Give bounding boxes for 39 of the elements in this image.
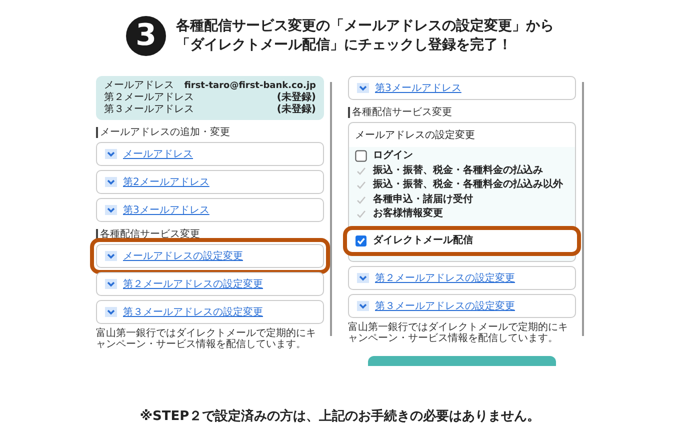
checkbox-option[interactable]: ログイン (353, 149, 571, 164)
address-value: (未登録) (276, 92, 316, 104)
accordion-item[interactable]: 第3メールアドレス (348, 76, 576, 100)
accordion-item[interactable]: 第3メールアドレス (96, 198, 324, 222)
accordion-item[interactable]: 第３メールアドレスの設定変更 (96, 300, 324, 324)
chevron-down-icon (105, 307, 117, 317)
chevron-down-icon (105, 251, 117, 261)
address-value: first-taro@first-bank.co.jp (184, 80, 316, 92)
instruction-text: 各種配信サービス変更の「メールアドレスの設定変更」から (176, 17, 554, 36)
chevron-down-icon (357, 300, 369, 310)
accordion-item[interactable]: 第2メールアドレス (96, 170, 324, 194)
section-heading: 各種配信サービス変更 (348, 107, 576, 118)
chevron-down-icon (357, 272, 369, 282)
accordion-item[interactable]: 第２メールアドレスの設定変更 (96, 272, 324, 296)
address-value: (未登録) (276, 104, 316, 116)
accordion-item[interactable]: メールアドレス (96, 142, 324, 166)
submit-button[interactable] (368, 356, 556, 366)
note-text: 富山第一銀行ではダイレクトメールで定期的にキャンペーン・サービス情報を配信しています。 (96, 328, 317, 350)
address-label: 第３メールアドレス (104, 104, 194, 116)
step-number-badge: 3 (126, 16, 166, 56)
address-label: 第２メールアドレス (104, 92, 194, 104)
chevron-down-icon (105, 149, 117, 159)
checkbox[interactable] (355, 150, 367, 162)
note-text: 富山第一銀行ではダイレクトメールで定期的にキャンペーン・サービス情報を配信しています。 (348, 322, 569, 344)
instruction-text: 「ダイレクトメール配信」にチェックし登録を完了！ (176, 36, 513, 55)
accordion-item[interactable]: 第２メールアドレスの設定変更 (348, 266, 576, 290)
chevron-down-icon (105, 177, 117, 187)
checkbox[interactable] (355, 234, 367, 246)
checkmark-icon (355, 208, 367, 220)
chevron-down-icon (357, 83, 369, 93)
address-label: メールアドレス (104, 80, 174, 92)
section-heading: メールアドレスの追加・変更 (96, 127, 324, 138)
accordion-item[interactable]: メールアドレスの設定変更 (96, 244, 324, 268)
accordion-item[interactable]: 第３メールアドレスの設定変更 (348, 294, 576, 318)
chevron-down-icon (105, 279, 117, 289)
checkmark-icon (355, 179, 367, 192)
chevron-down-icon (105, 205, 117, 215)
footnote-text: ※STEP２で設定済みの方は、上記のお手続きの必要はありません。 (140, 408, 540, 425)
panel-title: メールアドレスの設定変更 (349, 123, 575, 147)
